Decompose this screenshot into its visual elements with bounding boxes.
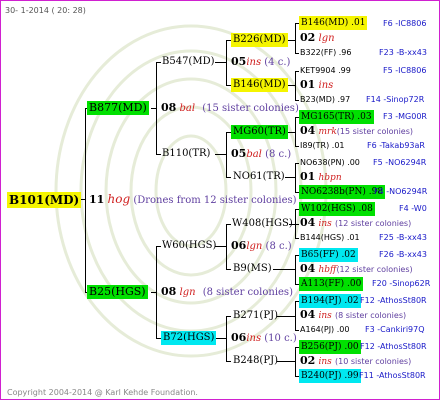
gen4-queen-6-top[interactable]: B65(FF) .02 xyxy=(299,248,358,262)
gen4-ref-7-bot: F3 -Cankiri97Q xyxy=(365,325,425,334)
gen4-queen-5-bot[interactable]: B144(HGS) .01 xyxy=(300,232,360,244)
gen4-ref-4-top: F5 -NO6294R xyxy=(373,158,427,167)
gen4-queen-6-bot[interactable]: A113(FF) .00 xyxy=(299,277,364,291)
pedigree-frame: 30- 1-2014 ( 20: 28) B101(MD) 11 hog (Dr… xyxy=(0,0,440,400)
gen1-queen-a[interactable]: B877(MD) xyxy=(87,101,149,115)
gen2-queen-a[interactable]: B547(MD) xyxy=(162,56,215,68)
gen4-summary-8: 02 ins (10 sister colonies) xyxy=(300,354,412,368)
gen2-summary-b: 05bal (8 c.) xyxy=(231,147,292,161)
gen2-summary-c: 06lgn (8 c.) xyxy=(231,239,292,253)
connector-gen1-vertical xyxy=(85,108,86,293)
gen4-summary-7: 04 ins (8 sister colonies) xyxy=(300,308,407,322)
gen4-ref-6-bot: F20 -Sinop62R xyxy=(372,279,431,288)
gen4-ref-8-top: F12 -AthosSt80R xyxy=(360,342,427,351)
gen2-summary-a: 05ins (4 c.) xyxy=(231,55,291,69)
gen4-summary-3: 04 mrk(15 sister colonies) xyxy=(300,124,414,138)
gen3-queen-8[interactable]: B248(PJ) xyxy=(233,355,278,367)
gen4-queen-5-top[interactable]: W102(HGS) .08 xyxy=(299,202,375,216)
gen4-queen-3-bot[interactable]: I89(TR) .01 xyxy=(300,140,345,152)
gen4-queen-2-top[interactable]: KET9904 .99 xyxy=(300,65,351,77)
gen4-ref-6-top: F26 -B-xx43 xyxy=(379,250,427,259)
root-summary: 11 hog (Drones from 12 sister colonies) xyxy=(89,192,297,206)
connector-g1a-vertical xyxy=(156,62,157,155)
gen3-queen-3[interactable]: MG60(TR) xyxy=(231,125,288,139)
gen2-summary-d: 06ins (10 c.) xyxy=(231,331,297,345)
gen4-queen-8-bot[interactable]: B240(PJ) .99 xyxy=(299,369,361,383)
gen4-ref-7-top: F12 -AthosSt80R xyxy=(360,296,427,305)
gen4-queen-1-bot[interactable]: B322(FF) .96 xyxy=(300,47,351,59)
header-date: 30- 1-2014 ( 20: 28) xyxy=(5,6,86,15)
gen4-ref-1-top: F6 -IC8806 xyxy=(383,19,427,28)
gen3-queen-1[interactable]: B226(MD) xyxy=(231,33,288,47)
gen4-queen-7-bot[interactable]: A164(PJ) .00 xyxy=(300,324,349,336)
gen4-queen-4-bot[interactable]: NO6238b(PN) .98 xyxy=(299,185,386,199)
gen4-summary-5: 04 ins (12 sister colonies) xyxy=(300,216,412,230)
gen3-queen-7[interactable]: B271(PJ) xyxy=(233,310,278,322)
gen4-queen-4-top[interactable]: NO638(PN) .00 xyxy=(300,157,360,169)
gen4-ref-3-bot: F6 -Takab93aR xyxy=(367,141,425,150)
gen4-queen-8-top[interactable]: B256(PJ) .00 xyxy=(299,340,361,354)
gen3-queen-5[interactable]: W408(HGS) xyxy=(232,218,293,230)
gen4-ref-4-bot: F4 -NO6294R xyxy=(374,187,428,196)
root-queen[interactable]: B101(MD) xyxy=(7,192,82,208)
gen3-queen-2[interactable]: B146(MD) xyxy=(231,78,288,92)
gen4-ref-1-bot: F23 -B-xx43 xyxy=(379,48,427,57)
gen1-summary-b: 08 lgn (8 sister colonies) xyxy=(161,285,293,299)
gen2-queen-b[interactable]: B110(TR) xyxy=(162,148,210,160)
gen2-queen-d[interactable]: B72(HGS) xyxy=(161,331,217,345)
gen4-ref-2-top: F5 -IC8806 xyxy=(383,66,427,75)
connector-g1b-vertical xyxy=(156,246,157,338)
gen4-queen-1-top[interactable]: B146(MD) .01 xyxy=(299,16,368,30)
gen3-queen-6[interactable]: B9(MS) xyxy=(233,263,272,275)
gen4-ref-3-top: F3 -MG00R xyxy=(383,112,427,121)
gen2-queen-c[interactable]: W60(HGS) xyxy=(162,240,216,252)
gen4-ref-5-bot: F25 -B-xx43 xyxy=(379,233,427,242)
gen4-queen-2-bot[interactable]: B23(MD) .97 xyxy=(300,94,350,106)
gen4-summary-6: 04 hbff(12 sister colonies) xyxy=(300,262,413,276)
gen4-queen-3-top[interactable]: MG165(TR) .03 xyxy=(299,110,374,124)
gen4-summary-1: 02 lgn xyxy=(300,31,335,45)
gen4-ref-5-top: F4 -W0 xyxy=(399,204,427,213)
gen4-summary-4: 01 hbpn xyxy=(300,170,342,184)
gen4-summary-2: 01 ins xyxy=(300,78,334,92)
gen3-queen-4[interactable]: NO61(TR) xyxy=(233,171,285,183)
gen1-queen-b[interactable]: B25(HGS) xyxy=(87,285,148,299)
gen4-queen-7-top[interactable]: B194(PJ) .02 xyxy=(299,294,361,308)
gen4-ref-8-bot: F11 -AthosSt80R xyxy=(359,371,426,380)
footer-copyright: Copyright 2004-2014 @ Karl Kehde Foundat… xyxy=(7,388,198,397)
gen4-ref-2-bot: F14 -Sinop72R xyxy=(366,95,425,104)
gen1-summary-a: 08 bal (15 sister colonies) xyxy=(161,101,299,115)
